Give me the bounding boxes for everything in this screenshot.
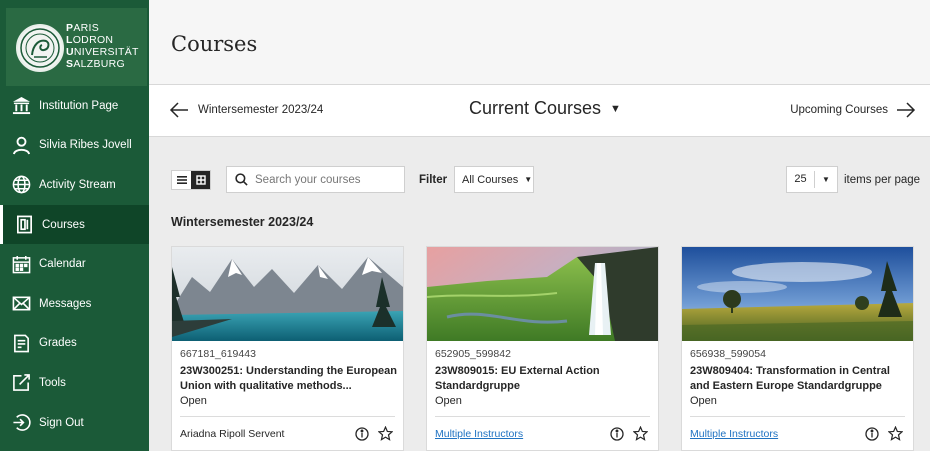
sidebar: PARIS LODRON UNIVERSITÄT SALZBURG Instit… — [0, 0, 149, 451]
course-status: Open — [435, 395, 462, 407]
grades-icon — [11, 333, 31, 353]
nav-item-sign-out[interactable]: Sign Out — [0, 403, 149, 443]
list-icon — [176, 176, 187, 184]
sign-out-icon — [11, 413, 31, 433]
card-divider — [180, 416, 395, 417]
course-title-link[interactable]: 23W809404: Transformation in Central and… — [690, 364, 910, 394]
card-divider — [690, 416, 905, 417]
items-per-page-value: 25 — [787, 171, 815, 188]
course-title-link[interactable]: 23W300251: Understanding the European Un… — [180, 364, 400, 394]
course-card[interactable]: 652905_599842 23W809015: EU External Act… — [426, 246, 659, 451]
next-term-button[interactable]: Upcoming Courses — [790, 101, 916, 119]
course-status: Open — [180, 395, 207, 407]
nav-item-calendar[interactable]: Calendar — [0, 244, 149, 284]
nav-item-tools[interactable]: Tools — [0, 363, 149, 403]
term-navigation: Wintersemester 2023/24 Current Courses ▼… — [149, 84, 930, 137]
arrow-right-icon — [897, 102, 916, 118]
nav-item-profile[interactable]: Silvia Ribes Jovell — [0, 126, 149, 166]
previous-term-button[interactable]: Wintersemester 2023/24 — [169, 101, 323, 119]
course-title-link[interactable]: 23W809015: EU External Action Standardgr… — [435, 364, 655, 394]
items-per-page-dropdown[interactable]: 25 ▼ — [786, 166, 838, 193]
previous-term-label: Wintersemester 2023/24 — [198, 104, 324, 116]
favorite-star-icon[interactable] — [378, 426, 393, 441]
nav-item-label: Silvia Ribes Jovell — [39, 139, 132, 152]
course-code: 656938_599054 — [690, 348, 766, 360]
envelope-icon — [11, 294, 31, 314]
filter-dropdown[interactable]: All Courses ▼ — [454, 166, 534, 193]
search-input[interactable] — [255, 173, 400, 186]
nav-item-activity-stream[interactable]: Activity Stream — [0, 165, 149, 205]
user-icon — [11, 135, 31, 155]
caret-down-icon: ▼ — [822, 175, 830, 184]
nav-item-institution-page[interactable]: Institution Page — [0, 86, 149, 126]
current-term-dropdown[interactable]: Current Courses ▼ — [469, 98, 621, 119]
search-box — [226, 166, 405, 193]
calendar-icon — [11, 254, 31, 274]
course-instructor: Ariadna Ripoll Servent — [180, 428, 285, 440]
course-code: 652905_599842 — [435, 348, 511, 360]
caret-down-icon: ▼ — [524, 175, 533, 184]
course-card[interactable]: 656938_599054 23W809404: Transformation … — [681, 246, 914, 451]
course-image-mountain-lake — [172, 247, 403, 341]
nav-item-label: Tools — [39, 376, 66, 389]
list-view-button[interactable] — [172, 171, 191, 189]
next-term-label: Upcoming Courses — [790, 104, 888, 116]
course-card[interactable]: 667181_619443 23W300251: Understanding t… — [171, 246, 404, 451]
page-title: Courses — [171, 32, 258, 56]
course-status: Open — [690, 395, 717, 407]
info-icon[interactable] — [355, 427, 369, 441]
globe-icon — [11, 175, 31, 195]
nav-item-label: Courses — [42, 218, 85, 231]
course-image-waterfall — [427, 247, 658, 341]
nav-item-courses[interactable]: Courses — [0, 204, 149, 245]
university-seal-icon — [16, 24, 64, 72]
items-per-page-label: items per page — [844, 174, 921, 186]
info-icon[interactable] — [610, 427, 624, 441]
favorite-star-icon[interactable] — [888, 426, 903, 441]
logo-text: PARIS LODRON UNIVERSITÄT SALZBURG — [66, 22, 139, 70]
caret-down-icon: ▼ — [610, 102, 621, 115]
nav-item-label: Sign Out — [39, 416, 84, 429]
course-image-countryside-field — [682, 247, 913, 341]
main-nav: Institution Page Silvia Ribes Jovell Act… — [0, 86, 149, 442]
grid-icon — [195, 175, 206, 185]
course-code: 667181_619443 — [180, 348, 256, 360]
filter-value: All Courses — [462, 173, 519, 186]
filter-label: Filter — [419, 174, 448, 186]
nav-item-label: Grades — [39, 337, 77, 350]
card-divider — [435, 416, 650, 417]
university-logo[interactable]: PARIS LODRON UNIVERSITÄT SALZBURG — [6, 8, 147, 86]
tools-icon — [11, 373, 31, 393]
term-section-title: Wintersemester 2023/24 — [171, 215, 314, 229]
nav-item-messages[interactable]: Messages — [0, 284, 149, 324]
multiple-instructors-link[interactable]: Multiple Instructors — [690, 428, 778, 440]
multiple-instructors-link[interactable]: Multiple Instructors — [435, 428, 523, 440]
nav-item-label: Calendar — [39, 258, 86, 271]
nav-item-label: Messages — [39, 297, 92, 310]
nav-item-label: Activity Stream — [39, 178, 116, 191]
view-toggle — [171, 170, 211, 190]
institution-icon — [11, 96, 31, 116]
current-term-label: Current Courses — [469, 98, 602, 118]
info-icon[interactable] — [865, 427, 879, 441]
page-header: Courses — [149, 0, 930, 84]
nav-item-grades[interactable]: Grades — [0, 324, 149, 364]
arrow-left-icon — [169, 102, 188, 118]
courses-icon — [14, 215, 34, 235]
favorite-star-icon[interactable] — [633, 426, 648, 441]
nav-item-label: Institution Page — [39, 99, 119, 112]
grid-view-button[interactable] — [191, 171, 210, 189]
search-icon — [235, 173, 248, 186]
